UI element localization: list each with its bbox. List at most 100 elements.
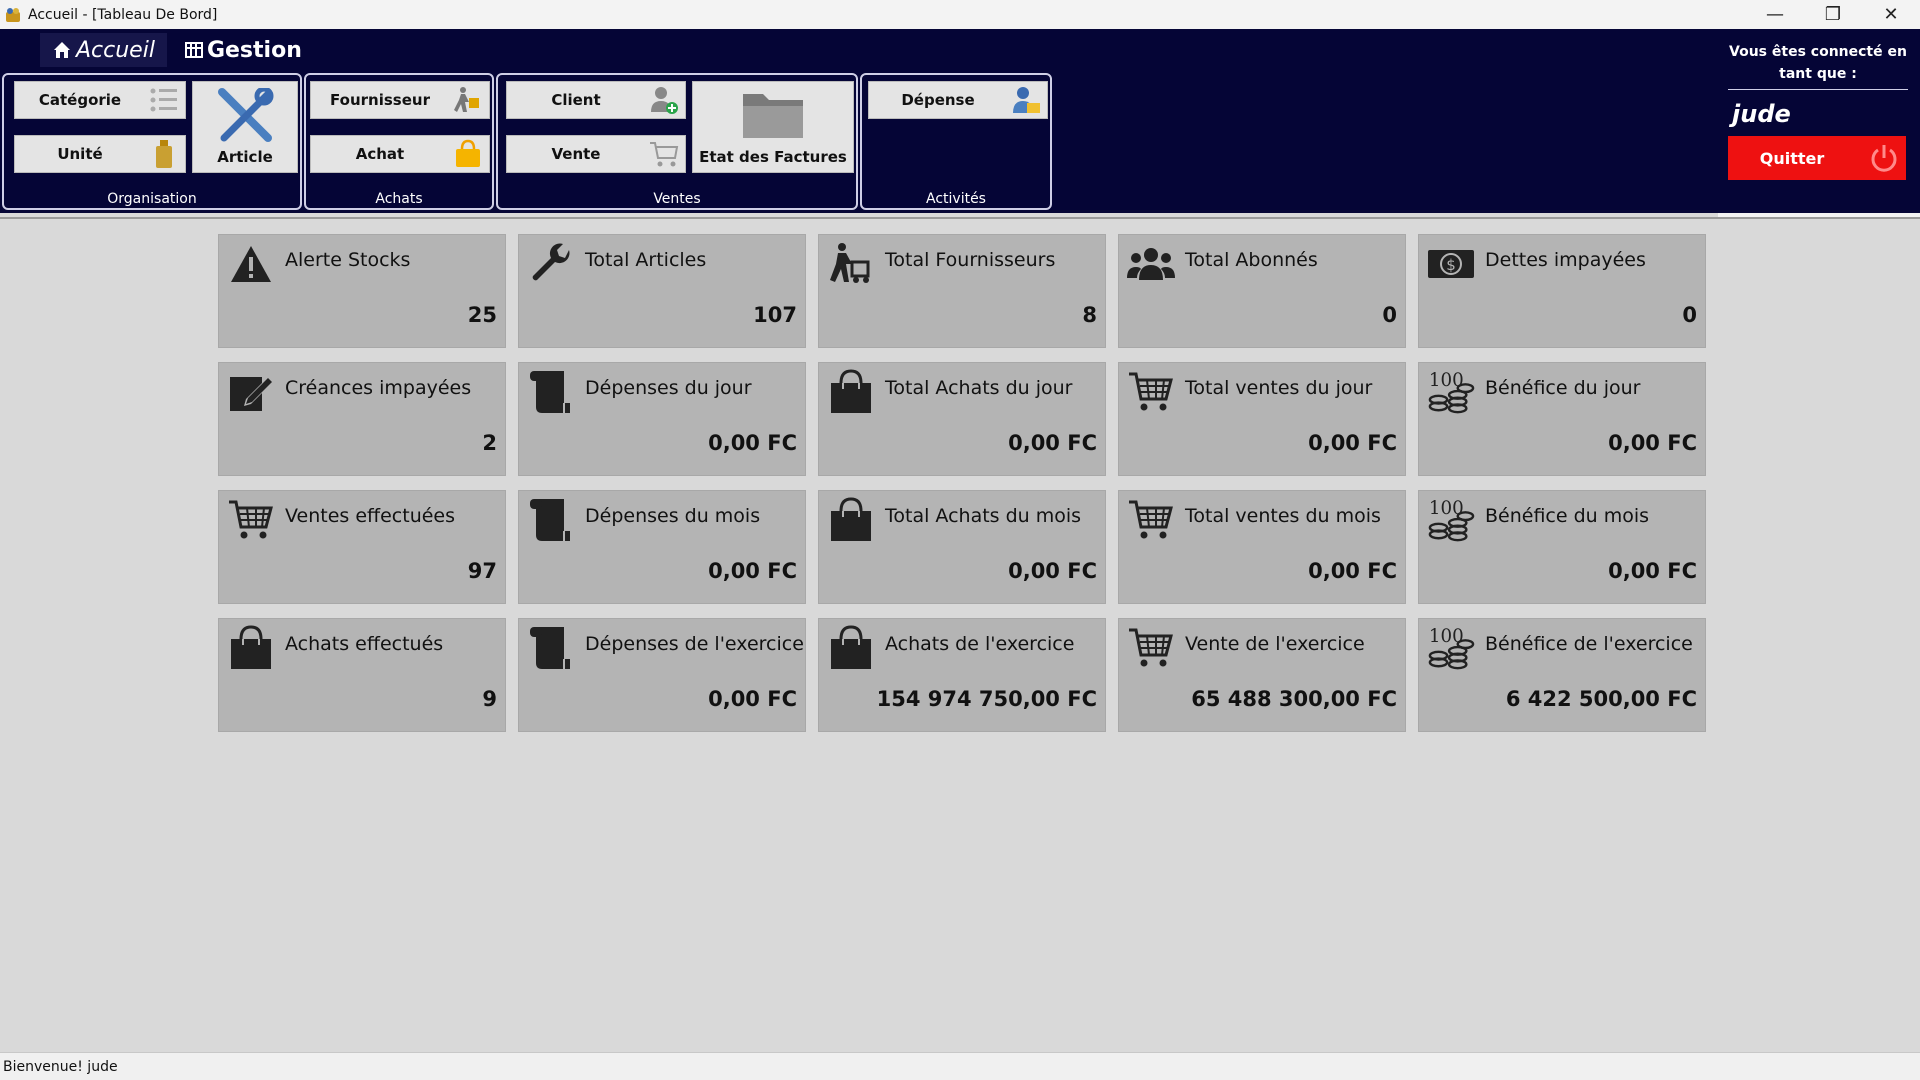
scroll-icon <box>527 497 575 543</box>
close-button[interactable]: ✕ <box>1862 0 1920 29</box>
dashboard-card: Créances impayées 2 <box>218 362 506 476</box>
card-value: 2 <box>482 431 497 455</box>
card-value: 0,00 FC <box>1308 431 1397 455</box>
dashboard-grid: Alerte Stocks 25 Total Articles 107 Total Fo… <box>218 234 1706 732</box>
coins-icon: 100 <box>1427 625 1475 671</box>
card-title: Bénéfice du mois <box>1485 505 1650 527</box>
card-title: Dépenses du jour <box>585 377 752 399</box>
wrench-icon <box>527 241 575 287</box>
minimize-button[interactable]: — <box>1746 0 1804 29</box>
card-value: 0,00 FC <box>708 687 797 711</box>
bag-icon <box>827 369 875 415</box>
depense-button[interactable]: Dépense <box>868 81 1048 119</box>
dashboard-card: Total Abonnés 0 <box>1118 234 1406 348</box>
dashboard-card: Ventes effectuées 97 <box>218 490 506 604</box>
card-value: 0,00 FC <box>1608 559 1697 583</box>
group-label-activites: Activités <box>926 191 986 207</box>
dashboard-card: 100 Bénéfice de l'exercice 6 422 500,00 FC <box>1418 618 1706 732</box>
cart-icon <box>227 497 275 543</box>
home-icon <box>54 42 70 58</box>
tools-icon <box>214 86 276 148</box>
vente-button[interactable]: Vente <box>506 135 686 173</box>
card-title: Dettes impayées <box>1485 249 1646 271</box>
power-icon <box>1868 142 1900 174</box>
card-title: Bénéfice du jour <box>1485 377 1641 399</box>
scroll-icon <box>527 625 575 671</box>
card-value: 0,00 FC <box>1608 431 1697 455</box>
card-title: Vente de l'exercice <box>1185 633 1365 655</box>
depense-label: Dépense <box>901 91 975 109</box>
card-title: Alerte Stocks <box>285 249 411 271</box>
dashboard-card: Total Articles 107 <box>518 234 806 348</box>
dashboard-card: Total ventes du jour 0,00 FC <box>1118 362 1406 476</box>
edit-icon <box>227 369 275 415</box>
card-value: 0,00 FC <box>1008 431 1097 455</box>
dashboard-card: $ Dettes impayées 0 <box>1418 234 1706 348</box>
grid-icon <box>184 42 203 58</box>
dashboard-card: Achats de l'exercice 154 974 750,00 FC <box>818 618 1106 732</box>
card-title: Ventes effectuées <box>285 505 456 527</box>
dashboard-card: Dépenses du mois 0,00 FC <box>518 490 806 604</box>
tab-accueil[interactable]: Accueil <box>40 33 167 67</box>
fournisseur-label: Fournisseur <box>330 91 430 109</box>
card-title: Créances impayées <box>285 377 472 399</box>
dashboard-card: Total Fournisseurs 8 <box>818 234 1106 348</box>
list-icon <box>149 85 179 115</box>
money-icon: $ <box>1427 241 1475 287</box>
user-money-icon <box>1011 85 1041 115</box>
ribbon: Accueil Gestion Catégorie Unité Article … <box>0 29 1920 213</box>
card-title: Total Achats du mois <box>885 505 1082 527</box>
categorie-button[interactable]: Catégorie <box>14 81 186 119</box>
user-panel: Vous êtes connecté en tant que : jude Qu… <box>1728 41 1908 180</box>
card-value: 25 <box>467 303 497 327</box>
group-ventes: Client Vente Etat des Factures Ventes <box>496 73 858 210</box>
etat-factures-label: Etat des Factures <box>699 148 847 166</box>
card-value: 65 488 300,00 FC <box>1191 687 1397 711</box>
dashboard-card: Vente de l'exercice 65 488 300,00 FC <box>1118 618 1406 732</box>
achat-label: Achat <box>355 145 405 163</box>
card-value: 0 <box>1382 303 1397 327</box>
dashboard-card: Dépenses du jour 0,00 FC <box>518 362 806 476</box>
achat-button[interactable]: Achat <box>310 135 490 173</box>
card-value: 107 <box>753 303 797 327</box>
warning-icon <box>227 241 275 287</box>
delivery-icon <box>827 241 875 287</box>
client-label: Client <box>551 91 601 109</box>
ribbon-separator <box>0 217 1920 219</box>
bag-icon <box>827 625 875 671</box>
card-title: Total ventes du mois <box>1185 505 1381 527</box>
bag-icon <box>827 497 875 543</box>
svg-text:$: $ <box>1446 256 1456 274</box>
tab-label: Accueil <box>76 37 155 63</box>
group-achats: Fournisseur Achat Achats <box>304 73 494 210</box>
card-value: 154 974 750,00 FC <box>876 687 1097 711</box>
article-button[interactable]: Article <box>192 81 298 173</box>
client-button[interactable]: Client <box>506 81 686 119</box>
group-label-organisation: Organisation <box>107 191 197 207</box>
fournisseur-button[interactable]: Fournisseur <box>310 81 490 119</box>
add-user-icon <box>649 85 679 115</box>
unite-button[interactable]: Unité <box>14 135 186 173</box>
unite-label: Unité <box>57 145 103 163</box>
group-label-achats: Achats <box>375 191 423 207</box>
dashboard-card: Dépenses de l'exercice 0,00 FC <box>518 618 806 732</box>
card-title: Total Achats du jour <box>885 377 1073 399</box>
shopping-bag-icon <box>453 139 483 169</box>
card-value: 0,00 FC <box>708 559 797 583</box>
quit-label: Quitter <box>1759 148 1825 168</box>
dashboard-card: 100 Bénéfice du jour 0,00 FC <box>1418 362 1706 476</box>
categorie-label: Catégorie <box>38 91 122 109</box>
ribbon-tabs: Accueil Gestion <box>40 33 314 67</box>
cart-icon <box>1127 369 1175 415</box>
quit-button[interactable]: Quitter <box>1728 136 1906 180</box>
etat-factures-button[interactable]: Etat des Factures <box>692 81 854 173</box>
scroll-icon <box>527 369 575 415</box>
card-title: Total Articles <box>585 249 707 271</box>
tab-gestion[interactable]: Gestion <box>173 33 314 67</box>
restore-button[interactable]: ❐ <box>1804 0 1862 29</box>
card-title: Total ventes du jour <box>1185 377 1373 399</box>
dashboard-card: Achats effectués 9 <box>218 618 506 732</box>
app-icon <box>6 7 20 22</box>
card-title: Total Fournisseurs <box>885 249 1056 271</box>
card-value: 0,00 FC <box>708 431 797 455</box>
